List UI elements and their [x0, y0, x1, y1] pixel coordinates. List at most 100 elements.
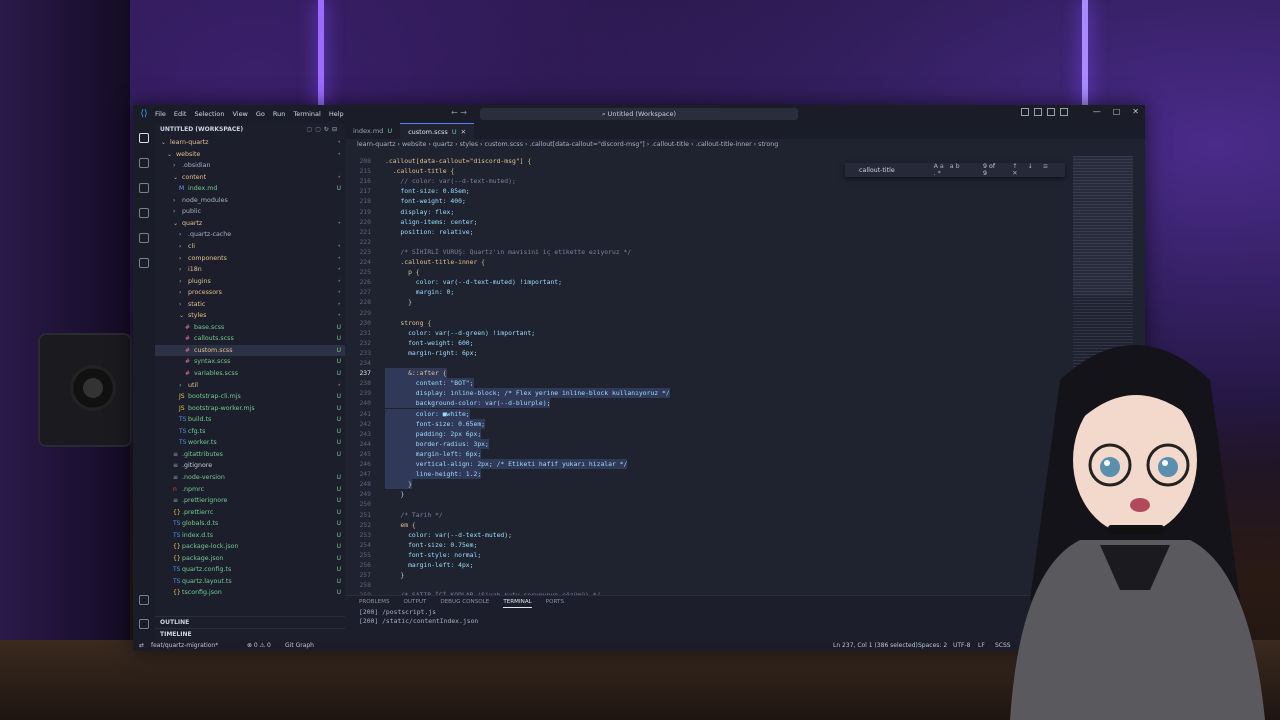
source-control-icon[interactable]	[139, 183, 149, 193]
folder-item[interactable]: › .quartz-cache	[155, 229, 345, 241]
tab-index-md[interactable]: index.md U	[345, 123, 400, 139]
command-center-search[interactable]: ⌕ Untitled (Workspace)	[480, 108, 798, 120]
file-item[interactable]: # custom.scss U	[155, 344, 345, 357]
folder-item[interactable]: › util •	[155, 380, 345, 392]
file-type-icon: ≡	[173, 473, 179, 481]
cursor-position[interactable]: Ln 237, Col 1 (386 selected)	[833, 641, 918, 651]
minimize-button[interactable]: —	[1093, 107, 1101, 116]
settings-gear-icon[interactable]	[139, 619, 149, 629]
nav-arrows-icon[interactable]: ← →	[451, 108, 467, 117]
file-item[interactable]: TS quartz.config.ts U	[155, 564, 345, 576]
file-item[interactable]: {}package-lock.json U	[155, 541, 345, 553]
file-item[interactable]: TS cfg.ts U	[155, 426, 345, 438]
toggle-panel-icon[interactable]	[1034, 108, 1042, 116]
search-icon[interactable]	[139, 158, 149, 168]
remote-indicator-icon[interactable]: ⇄	[139, 641, 144, 651]
file-item[interactable]: TS worker.ts U	[155, 437, 345, 449]
file-item[interactable]: {}.prettierrc U	[155, 507, 345, 519]
panel-tab-debug-console[interactable]: DEBUG CONSOLE	[440, 596, 489, 608]
file-item[interactable]: # callouts.scss U	[155, 333, 345, 345]
breadcrumb[interactable]: learn-quartz › website › quartz › styles…	[345, 139, 1145, 151]
tree-item-text: quartz.layout.ts	[182, 577, 232, 585]
folder-item[interactable]: › cli •	[155, 241, 345, 253]
close-button[interactable]: ✕	[1132, 107, 1139, 116]
file-item[interactable]: ≡ .node-version U	[155, 472, 345, 484]
file-item[interactable]: ≡ .prettierignore U	[155, 495, 345, 507]
folder-item[interactable]: ⌄ content •	[155, 172, 345, 184]
customize-layout-icon[interactable]	[1060, 108, 1068, 116]
file-item[interactable]: TS globals.d.ts U	[155, 518, 345, 530]
file-item[interactable]: ≡ .gitignore	[155, 460, 345, 472]
menu-item-view[interactable]: View	[232, 110, 247, 118]
folder-item[interactable]: ⌄ learn-quartz •	[155, 137, 345, 149]
folder-item[interactable]: ⌄ website •	[155, 149, 345, 161]
file-item[interactable]: # base.scss U	[155, 322, 345, 334]
panel-tab-problems[interactable]: PROBLEMS	[359, 596, 390, 608]
problems-count[interactable]: ⊗ 0 ⚠ 0	[247, 641, 271, 651]
line-ending[interactable]: LF	[978, 641, 985, 651]
explorer-actions-icon[interactable]: ▢▢↻⊟	[307, 123, 340, 137]
file-item[interactable]: {}tsconfig.json U	[155, 587, 345, 599]
panel-tab-ports[interactable]: PORTS	[546, 596, 564, 608]
folder-item[interactable]: › public	[155, 206, 345, 218]
file-item[interactable]: TS build.ts U	[155, 414, 345, 426]
folder-item[interactable]: › components •	[155, 253, 345, 265]
menu-item-file[interactable]: File	[155, 110, 166, 118]
file-item[interactable]: {}package.json U	[155, 553, 345, 565]
git-branch[interactable]: feat/quartz-migration*	[151, 641, 218, 651]
folder-item[interactable]: › static •	[155, 299, 345, 311]
layout-controls[interactable]	[1021, 108, 1068, 116]
menu-item-run[interactable]: Run	[273, 110, 285, 118]
panel-tab-terminal[interactable]: TERMINAL	[503, 596, 532, 608]
remote-icon[interactable]	[139, 233, 149, 243]
folder-item[interactable]: › i18n •	[155, 264, 345, 276]
explorer-icon[interactable]	[139, 133, 149, 143]
folder-item[interactable]: › processors •	[155, 287, 345, 299]
folder-item[interactable]: ⌄ quartz •	[155, 218, 345, 230]
folder-item[interactable]: › node_modules	[155, 195, 345, 207]
menu-item-edit[interactable]: Edit	[174, 110, 187, 118]
file-item[interactable]: TS quartz.layout.ts U	[155, 576, 345, 588]
file-item[interactable]: TS index.d.ts U	[155, 530, 345, 542]
file-item[interactable]: Mindex.md U	[155, 183, 345, 195]
find-input[interactable]: callout-title	[859, 167, 934, 174]
folder-item[interactable]: › .obsidian	[155, 160, 345, 172]
run-debug-icon[interactable]	[139, 208, 149, 218]
find-widget[interactable]: callout-title Aa ab .* 9 of 9 ↑ ↓ ≡ ✕	[845, 163, 1065, 177]
menu-item-selection[interactable]: Selection	[194, 110, 224, 118]
extensions-icon[interactable]	[139, 258, 149, 268]
folder-item[interactable]: › plugins •	[155, 276, 345, 288]
code-editor[interactable]: 208 .callout[data-callout="discord-msg"] …	[345, 156, 1065, 599]
menu-item-help[interactable]: Help	[329, 110, 344, 118]
tree-item-label: TS index.d.ts	[173, 530, 213, 542]
account-icon[interactable]	[139, 595, 149, 605]
file-item[interactable]: n .npmrc U	[155, 484, 345, 496]
timeline-section[interactable]: TIMELINE	[155, 628, 345, 640]
find-nav-icon[interactable]: ↑ ↓ ≡ ✕	[1012, 163, 1065, 177]
git-status-badge: •	[337, 277, 341, 285]
maximize-button[interactable]: □	[1113, 107, 1121, 116]
file-item[interactable]: # variables.scss U	[155, 368, 345, 380]
minimap-slider[interactable]	[1073, 156, 1133, 296]
file-item[interactable]: # syntax.scss U	[155, 356, 345, 368]
menu-item-terminal[interactable]: Terminal	[293, 110, 320, 118]
file-item[interactable]: JS bootstrap-worker.mjs U	[155, 403, 345, 415]
file-item[interactable]: ≡ .gitattributes U	[155, 449, 345, 461]
line-number: 218	[359, 197, 371, 206]
code-text: vertical-align: 2px; /* Etiketi hafif yu…	[385, 459, 628, 470]
encoding[interactable]: UTF-8	[953, 641, 971, 651]
workspace-header[interactable]: UNTITLED (WORKSPACE) ▢▢↻⊟	[155, 123, 345, 137]
line-number: 243	[359, 429, 371, 438]
toggle-secondary-sidebar-icon[interactable]	[1047, 108, 1055, 116]
git-graph-button[interactable]: Git Graph	[285, 641, 314, 651]
file-item[interactable]: JS bootstrap-cli.mjs U	[155, 391, 345, 403]
folder-item[interactable]: ⌄ styles •	[155, 310, 345, 322]
tab-custom-scss[interactable]: custom.scss U ✕	[400, 123, 475, 140]
find-options-icon[interactable]: Aa ab .*	[934, 163, 973, 177]
close-tab-icon[interactable]: ✕	[461, 124, 466, 140]
toggle-sidebar-icon[interactable]	[1021, 108, 1029, 116]
menu-item-go[interactable]: Go	[256, 110, 265, 118]
outline-section[interactable]: OUTLINE	[155, 616, 345, 628]
indentation[interactable]: Spaces: 2	[918, 641, 947, 651]
panel-tab-output[interactable]: OUTPUT	[404, 596, 427, 608]
